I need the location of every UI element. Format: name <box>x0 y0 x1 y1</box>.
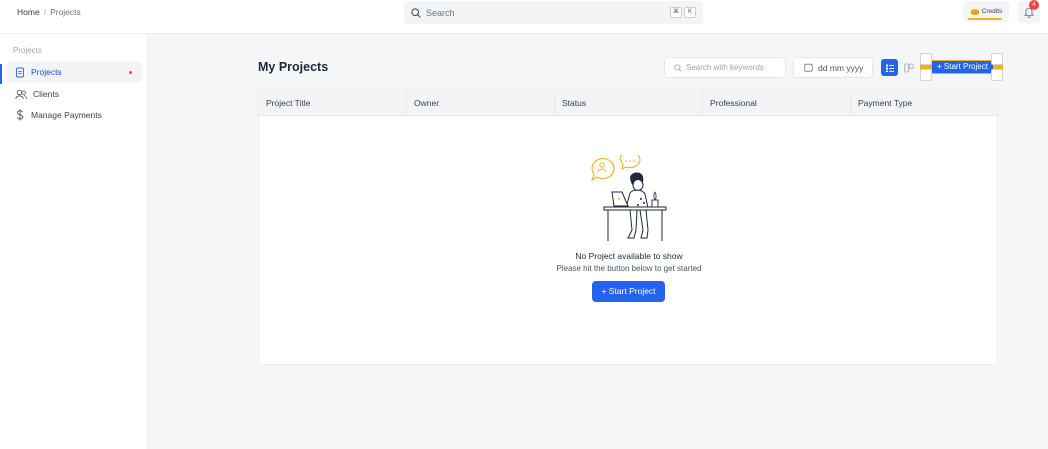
breadcrumb-home[interactable]: Home <box>17 7 40 17</box>
page-title: My Projects <box>258 60 329 74</box>
start-project-button[interactable]: + Start Project <box>932 61 993 73</box>
start-project-highlight: + Start Project <box>920 53 1003 81</box>
users-icon <box>15 89 27 99</box>
coins-icon <box>970 8 979 15</box>
resize-handle-bottom-right[interactable] <box>991 69 1003 81</box>
sidebar: Projects Projects Clients Manage Payment… <box>0 34 148 449</box>
breadcrumb-current: Projects <box>50 7 81 17</box>
empty-state-title: No Project available to show <box>575 251 683 261</box>
document-icon <box>16 67 24 77</box>
shortcut-key: K <box>684 7 696 18</box>
keyword-search-placeholder: Search with keywords <box>686 63 764 72</box>
empty-state-subtitle: Please hit the button below to get start… <box>556 264 702 273</box>
column-header-status[interactable]: Status <box>555 91 703 116</box>
resize-handle-top-left[interactable] <box>920 53 932 65</box>
projects-table: Project Title Owner Status Professional … <box>258 90 998 365</box>
list-icon <box>885 64 894 72</box>
resize-handle-bottom-left[interactable] <box>920 69 932 81</box>
breadcrumb: Home / Projects <box>17 7 81 17</box>
date-placeholder: dd mm yyyy <box>818 62 864 73</box>
sidebar-item-projects[interactable]: Projects <box>6 62 142 82</box>
board-icon <box>904 63 914 72</box>
sidebar-item-label: Manage Payments <box>31 110 102 120</box>
date-filter-input[interactable]: dd mm yyyy <box>793 57 873 78</box>
column-header-owner[interactable]: Owner <box>407 91 555 116</box>
board-view-toggle[interactable] <box>902 59 916 76</box>
breadcrumb-separator: / <box>43 7 47 17</box>
dollar-icon <box>16 109 24 121</box>
notification-badge: 4 <box>1029 0 1039 10</box>
keyword-search-input[interactable]: Search with keywords <box>664 57 786 78</box>
unread-dot <box>129 71 132 74</box>
credits-indicator <box>968 18 1002 20</box>
resize-handle-top-right[interactable] <box>991 53 1003 65</box>
active-indicator <box>0 64 2 84</box>
sidebar-item-label: Clients <box>33 89 59 99</box>
shortcut-mod-key: ⌘ <box>670 7 682 18</box>
empty-state-start-project-button[interactable]: + Start Project <box>592 281 665 302</box>
column-header-payment-type[interactable]: Payment Type <box>851 91 997 116</box>
global-search[interactable]: Search ⌘ K <box>404 1 703 24</box>
sidebar-section-label: Projects <box>13 46 42 55</box>
table-header: Project Title Owner Status Professional … <box>259 91 997 116</box>
column-header-project-title[interactable]: Project Title <box>259 91 407 116</box>
calendar-icon <box>804 63 813 72</box>
sidebar-item-label: Projects <box>31 67 62 77</box>
credits-label: Credits <box>981 8 1003 15</box>
top-bar: Home / Projects Search ⌘ K Credits 4 <box>0 0 1048 34</box>
search-icon <box>411 7 421 18</box>
sidebar-item-manage-payments[interactable]: Manage Payments <box>6 105 142 125</box>
column-header-professional[interactable]: Professional <box>703 91 851 116</box>
sidebar-item-clients[interactable]: Clients <box>6 84 142 104</box>
search-placeholder: Search <box>426 7 455 18</box>
list-view-toggle[interactable] <box>881 59 898 76</box>
search-icon <box>674 63 682 72</box>
empty-state-illustration <box>590 155 667 241</box>
